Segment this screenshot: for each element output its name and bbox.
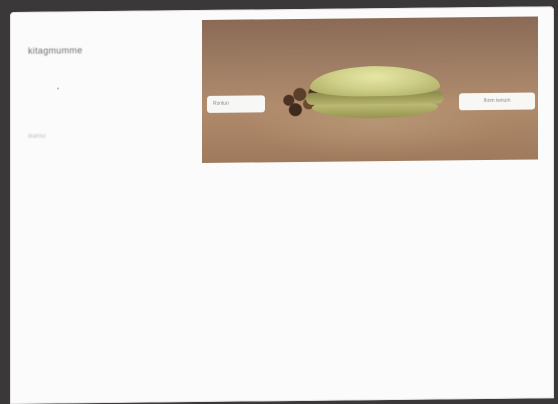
hero-right-button[interactable]: Ihnm iwnum bbox=[459, 92, 535, 111]
bun-top bbox=[310, 65, 440, 97]
small-label: Ikansu bbox=[28, 133, 46, 140]
hero-image: Rsntun Ihnm iwnum bbox=[202, 16, 538, 163]
page-title: kitagmumme bbox=[28, 45, 83, 56]
hero-left-button[interactable]: Rsntun bbox=[207, 95, 265, 113]
app-screen: kitagmumme Ikansu Rsntun Ihnm iwnum bbox=[10, 6, 554, 404]
indicator-dot bbox=[57, 87, 59, 90]
sandwich-illustration bbox=[280, 65, 450, 129]
